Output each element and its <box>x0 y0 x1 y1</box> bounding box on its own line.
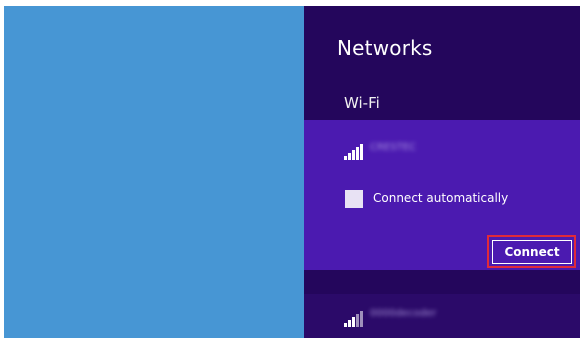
screenshot-frame: Networks Wi-Fi CRESTEC Connect automatic… <box>4 6 580 338</box>
connect-automatically-checkbox[interactable] <box>345 190 363 208</box>
wifi-signal-icon <box>344 311 366 327</box>
network-ssid: CRESTEC <box>370 142 417 153</box>
wifi-section-label: Wi-Fi <box>344 94 380 112</box>
network-item-selected[interactable]: CRESTEC Connect automatically Connect <box>304 120 580 270</box>
connect-automatically-label: Connect automatically <box>373 191 509 205</box>
networks-charm-pane: Networks Wi-Fi CRESTEC Connect automatic… <box>304 6 580 338</box>
desktop-background <box>4 6 304 338</box>
network-ssid: 0000decoder <box>370 308 437 319</box>
wifi-signal-icon <box>344 144 366 160</box>
network-item[interactable]: 0000decoder <box>304 294 580 338</box>
red-highlight-annotation <box>487 235 576 268</box>
pane-title: Networks <box>337 36 433 60</box>
